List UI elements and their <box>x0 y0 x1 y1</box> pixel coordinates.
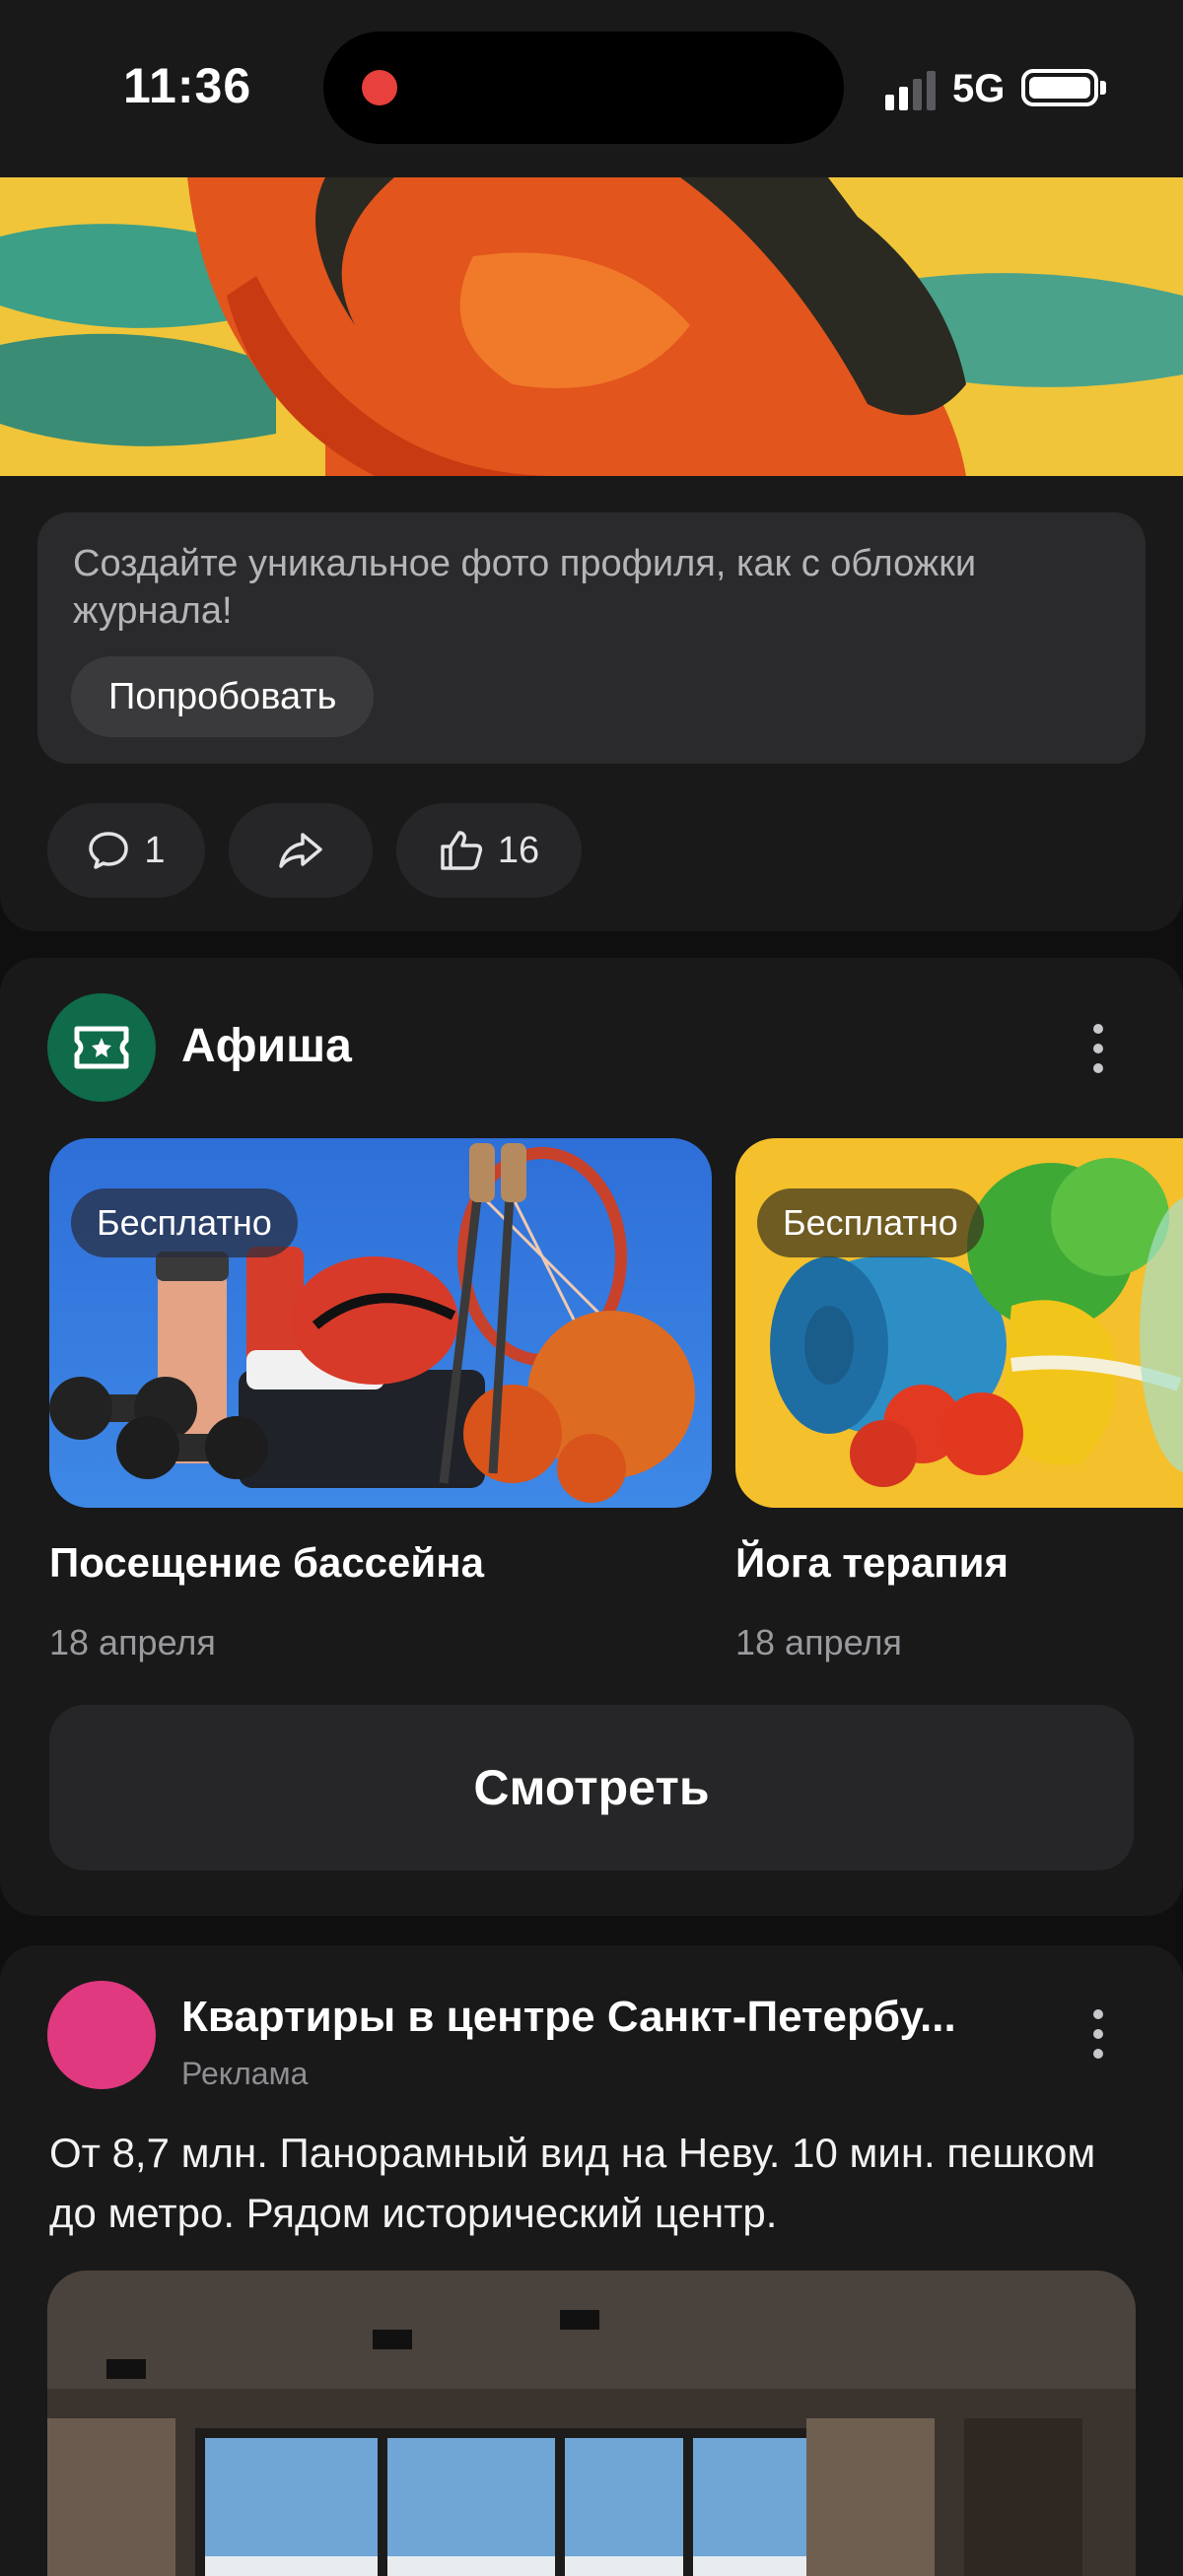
network-type: 5G <box>952 67 1006 110</box>
advertiser-avatar[interactable] <box>47 1981 156 2089</box>
status-time: 11:36 <box>123 58 252 113</box>
dynamic-island <box>323 32 844 144</box>
event-title[interactable]: Посещение бассейна <box>49 1539 484 1587</box>
event-price-badge: Бесплатно <box>71 1188 298 1257</box>
more-options-icon[interactable] <box>1092 2004 1104 2064</box>
share-icon <box>279 833 322 868</box>
battery-icon <box>1021 69 1098 106</box>
ai-promo-box: Создайте уникальное фото профиля, как с … <box>37 512 1146 764</box>
promo-text: Создайте уникальное фото профиля, как с … <box>73 543 977 632</box>
event-title[interactable]: Йога терапия <box>735 1539 1009 1587</box>
ticket-star-icon <box>74 1026 129 1069</box>
battery-tip <box>1100 81 1106 95</box>
ad-image[interactable] <box>47 2271 1136 2576</box>
ad-text: От 8,7 млн. Панорамный вид на Неву. 10 м… <box>49 2130 1096 2236</box>
afisha-title[interactable]: Афиша <box>181 1019 352 1073</box>
cellular-signal-icon <box>885 71 936 110</box>
recording-indicator-icon <box>362 70 397 105</box>
ad-label: Реклама <box>181 2056 309 2091</box>
thumbs-up-icon <box>441 831 482 870</box>
event-price-badge: Бесплатно <box>757 1188 984 1257</box>
watch-button[interactable]: Смотреть <box>49 1705 1134 1870</box>
comment-button[interactable]: 1 <box>47 803 205 898</box>
post-image[interactable] <box>0 177 1183 476</box>
share-button[interactable] <box>229 803 373 898</box>
event-date: 18 апреля <box>735 1622 902 1662</box>
event-date: 18 апреля <box>49 1622 216 1662</box>
feed-post: Создайте уникальное фото профиля, как с … <box>0 177 1183 931</box>
like-button[interactable]: 16 <box>396 803 582 898</box>
try-button[interactable]: Попробовать <box>71 656 375 737</box>
comment-icon <box>89 832 129 869</box>
comment-count: 1 <box>144 829 166 871</box>
ad-title[interactable]: Квартиры в центре Санкт-Петербу... <box>181 1993 1029 2042</box>
ad-post: Квартиры в центре Санкт-Петербу... Рекла… <box>0 1945 1183 2576</box>
afisha-logo[interactable] <box>47 993 156 1102</box>
more-options-icon[interactable] <box>1092 1019 1104 1078</box>
like-count: 16 <box>497 829 540 871</box>
